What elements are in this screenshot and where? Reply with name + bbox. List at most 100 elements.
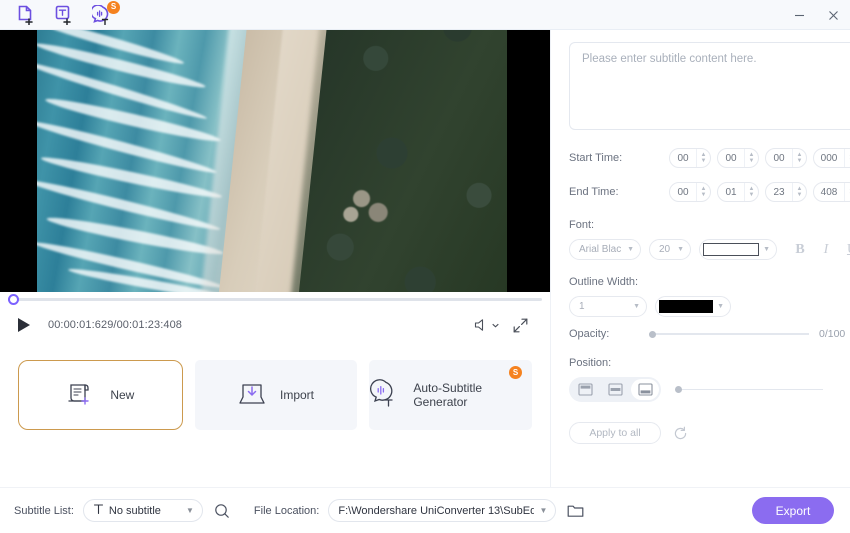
opacity-handle[interactable] [649,330,656,338]
font-family-value: Arial Blac [579,244,622,255]
end-ms-arrows[interactable]: ▲▼ [844,183,850,201]
outline-width-label: Outline Width: [569,276,639,288]
start-ms-spinner[interactable]: ▲▼ [813,148,850,168]
rocks [334,176,400,232]
font-color-select[interactable]: ▼ [699,239,777,260]
end-minutes-arrows[interactable]: ▲ ▼ [744,183,758,201]
font-size-select[interactable]: 20 ▼ [649,239,691,260]
end-hours-value[interactable] [670,186,696,198]
card-import[interactable]: Import [194,360,358,430]
position-top-button[interactable] [571,379,599,400]
opacity-slider[interactable] [649,327,809,341]
fullscreen-icon[interactable] [513,318,528,333]
seek-handle[interactable] [8,294,19,305]
outline-width-value: 1 [579,301,585,312]
folder-icon[interactable] [567,503,584,518]
subtitle-list-select[interactable]: No subtitle ▼ [82,499,203,522]
start-seconds-spinner[interactable]: ▲▼ [765,148,807,168]
end-seconds-value[interactable] [766,186,792,198]
end-ms-value[interactable] [814,186,844,198]
main-body: 00:00:01:629/00:01:23:408 New Import Aut… [0,30,850,487]
start-time-row: Start Time: ▲▼ ▲▼ ▲▼ [569,147,850,169]
card-import-label: Import [280,388,315,402]
font-size-value: 20 [659,244,671,255]
outline-color-select[interactable]: ▼ [655,296,731,317]
end-hours-spinner[interactable]: ▲▼ [669,182,711,202]
outline-color-swatch [659,300,714,313]
end-seconds-arrows[interactable]: ▲ ▼ [792,183,806,201]
close-button[interactable] [816,0,850,30]
minimize-button[interactable] [782,0,816,30]
video-frame [37,30,507,292]
search-icon[interactable] [214,503,230,519]
position-offset-track[interactable] [675,388,823,390]
auto-subtitle-icon[interactable]: S [90,0,120,26]
position-middle-button[interactable] [601,379,629,400]
start-seconds-arrows[interactable]: ▲ ▼ [792,149,806,167]
start-minutes-arrows[interactable]: ▲ ▼ [744,149,758,167]
left-pane: 00:00:01:629/00:01:23:408 New Import Aut… [0,30,550,487]
start-seconds-value[interactable] [766,152,792,164]
subtitle-content-input[interactable] [569,42,850,130]
card-auto-subtitle-badge: S [509,366,523,379]
reset-icon[interactable] [673,426,688,441]
start-minutes-value[interactable] [718,152,744,164]
apply-to-all-label: Apply to all [589,427,641,439]
start-time-label: Start Time: [569,152,623,164]
volume-icon[interactable] [474,318,499,332]
start-hours-spinner[interactable]: ▲▼ [669,148,711,168]
export-button[interactable]: Export [752,497,834,524]
opacity-value: 0/100 [819,328,846,340]
apply-row: Apply to all [569,422,850,444]
start-hours-arrows[interactable]: ▲ ▼ [696,149,710,167]
position-bottom-button[interactable] [631,379,659,400]
card-new[interactable]: New [18,360,183,430]
seek-bar[interactable] [0,292,550,306]
end-ms-spinner[interactable]: ▲▼ [813,182,850,202]
font-family-select[interactable]: Arial Blac ▼ [569,239,641,260]
start-minutes-spinner[interactable]: ▲▼ [717,148,759,168]
start-ms-value[interactable] [814,152,844,164]
forest-region [296,30,507,292]
file-location-value: F:\Wondershare UniConverter 13\SubEdi [338,504,535,517]
add-file-icon[interactable] [14,4,38,26]
play-button[interactable] [12,313,36,337]
position-button-group [569,377,661,402]
subtitle-list-label: Subtitle List: [14,504,74,517]
start-hours-value[interactable] [670,152,696,164]
title-bar: S [0,0,850,30]
apply-to-all-button[interactable]: Apply to all [569,422,661,444]
end-minutes-value[interactable] [718,186,744,198]
position-offset-handle[interactable] [675,386,682,393]
position-controls [569,377,850,402]
source-cards: New Import Auto-Subtitle Generator S [0,344,550,444]
underline-button[interactable]: U [845,242,850,258]
end-minutes-spinner[interactable]: ▲▼ [717,182,759,202]
outline-width-select[interactable]: 1 ▼ [569,296,647,317]
bold-button[interactable]: B [793,242,807,258]
end-hours-arrows[interactable]: ▲ ▼ [696,183,710,201]
video-preview[interactable] [0,30,550,292]
add-subtitle-file-icon[interactable] [52,4,76,26]
position-offset-slider[interactable] [675,383,823,397]
player-controls-right [474,318,528,333]
seek-track[interactable] [8,298,542,301]
text-style-buttons: B I U [793,242,850,258]
file-location-select[interactable]: F:\Wondershare UniConverter 13\SubEdi ▼ [328,499,557,522]
player-controls: 00:00:01:629/00:01:23:408 [0,306,550,344]
start-ms-arrows[interactable]: ▲▼ [844,149,850,167]
chevron-down-icon: ▼ [677,246,684,253]
outline-controls: 1 ▼ ▼ [569,296,850,317]
opacity-label: Opacity: [569,328,610,340]
italic-button[interactable]: I [819,242,833,258]
subtitle-editor-window: S 00:00:01:629/00:01:23:408 New Import A… [0,0,850,533]
card-auto-subtitle-generator[interactable]: Auto-Subtitle Generator S [369,360,533,430]
end-time-row: End Time: ▲▼ ▲▼ ▲▼ [569,181,850,203]
titlebar-toolbar: S [8,0,120,26]
position-label: Position: [569,357,612,369]
end-seconds-spinner[interactable]: ▲▼ [765,182,807,202]
card-new-label: New [110,388,135,402]
opacity-track[interactable] [649,333,809,335]
end-time-spinners: ▲▼ ▲▼ ▲▼ ▲▼ [669,182,850,202]
start-time-spinners: ▲▼ ▲▼ ▲▼ ▲▼ [669,148,850,168]
